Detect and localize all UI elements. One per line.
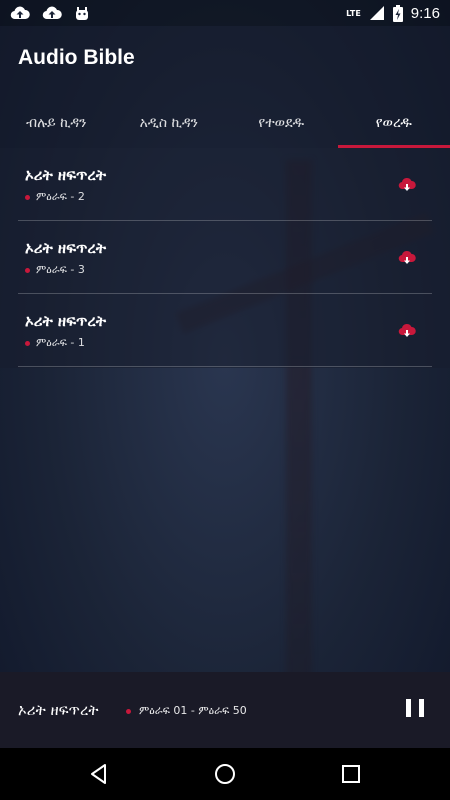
app-title: Audio Bible (18, 46, 135, 69)
pause-icon[interactable] (406, 699, 424, 717)
list-item-subtitle: ምዕራፍ - 1 (25, 336, 85, 350)
cloud-download-icon[interactable] (398, 176, 416, 192)
list-item[interactable]: ኦሪት ዘፍጥረት ምዕራፍ - 1 (18, 294, 432, 367)
bullet-dot (25, 267, 30, 273)
chapter-label: ምዕራፍ - 3 (36, 263, 85, 276)
android-icon (76, 7, 88, 20)
recents-icon[interactable] (339, 762, 363, 786)
network-type-label: LTE (346, 8, 361, 18)
tab-favorites[interactable]: የተወደዱ (225, 98, 338, 148)
bullet-dot (25, 340, 30, 346)
player-subtitle: ምዕራፍ 01 - ምዕራፍ 50 (126, 704, 247, 718)
list-item-title: ኦሪት ዘፍጥረት (25, 239, 106, 257)
tab-bar: ብሉይ ኪዳን አዲስ ኪዳን የተወደዱ የወረዱ (0, 98, 450, 148)
home-icon[interactable] (213, 762, 237, 786)
list-item-title: ኦሪት ዘፍጥረት (25, 166, 106, 184)
status-bar: LTE 9:16 (0, 0, 450, 26)
list-item[interactable]: ኦሪት ዘፍጥረት ምዕራፍ - 2 (18, 148, 432, 221)
navigation-bar (0, 748, 450, 800)
back-icon[interactable] (87, 762, 111, 786)
chapter-label: ምዕራፍ - 1 (36, 336, 85, 349)
app-bar: Audio Bible ብሉይ ኪዳን አዲስ ኪዳን የተወደዱ የወረዱ (0, 26, 450, 148)
list-item-subtitle: ምዕራፍ - 2 (25, 190, 85, 204)
tab-downloaded[interactable]: የወረዱ (337, 98, 450, 148)
player-chapter-range: ምዕራፍ 01 - ምዕራፍ 50 (139, 704, 247, 717)
cloud-upload-icon (42, 6, 62, 20)
cloud-download-icon[interactable] (398, 249, 416, 265)
list-item-title: ኦሪት ዘፍጥረት (25, 312, 106, 330)
bullet-dot (25, 194, 30, 200)
cloud-download-icon[interactable] (398, 322, 416, 338)
tab-new-testament[interactable]: አዲስ ኪዳን (113, 98, 226, 148)
tab-old-testament[interactable]: ብሉይ ኪዳን (0, 98, 113, 148)
clock: 9:16 (410, 4, 440, 22)
battery-charging-icon (392, 4, 403, 22)
list-item-subtitle: ምዕራፍ - 3 (25, 263, 85, 277)
player-title: ኦሪት ዘፍጥረት (18, 701, 99, 719)
cloud-upload-icon (10, 6, 30, 20)
downloads-list: ኦሪት ዘፍጥረት ምዕራፍ - 2 ኦሪት ዘፍጥረት ምዕራፍ - 3 ኦሪ… (0, 148, 450, 368)
chapter-label: ምዕራፍ - 2 (36, 190, 85, 203)
list-item[interactable]: ኦሪት ዘፍጥረት ምዕራፍ - 3 (18, 221, 432, 294)
bullet-dot (126, 708, 131, 714)
mini-player[interactable]: ኦሪት ዘፍጥረት ምዕራፍ 01 - ምዕራፍ 50 (0, 672, 450, 748)
signal-icon (369, 6, 384, 20)
